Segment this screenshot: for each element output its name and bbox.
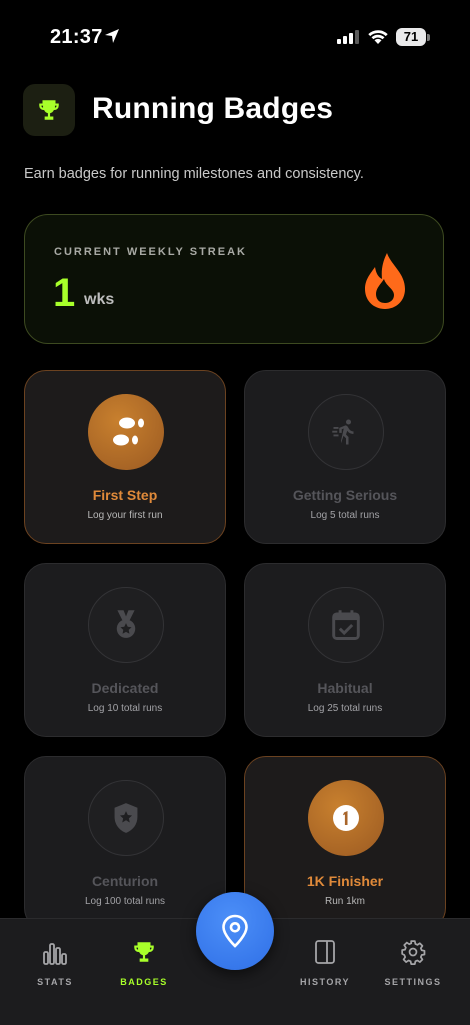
- tab-settings[interactable]: SETTINGS: [373, 937, 453, 987]
- flame-icon: [365, 253, 405, 309]
- badge-card-habitual[interactable]: Habitual Log 25 total runs: [244, 563, 446, 737]
- badge-icon-circle: [308, 587, 384, 663]
- number-one-icon: [333, 805, 359, 831]
- battery-indicator: 71: [396, 28, 426, 46]
- streak-label: CURRENT WEEKLY STREAK: [54, 246, 247, 258]
- record-run-button[interactable]: [196, 892, 274, 970]
- medal-icon: [116, 610, 136, 638]
- badge-description: Log 25 total runs: [307, 703, 383, 714]
- badge-icon-circle: [88, 587, 164, 663]
- badge-description: Log 5 total runs: [310, 510, 380, 521]
- tab-badges[interactable]: BADGES: [104, 937, 184, 987]
- footprints-icon: [113, 417, 144, 446]
- runner-icon: [332, 419, 354, 445]
- badge-card-centurion[interactable]: Centurion Log 100 total runs: [24, 756, 226, 930]
- badge-name: Getting Serious: [292, 487, 398, 503]
- badge-name: Dedicated: [91, 680, 159, 696]
- wifi-icon: [368, 30, 388, 44]
- badge-description: Log 10 total runs: [87, 703, 163, 714]
- badge-description: Log your first run: [87, 510, 163, 521]
- signal-icon: [337, 30, 359, 44]
- badge-icon-circle: [308, 394, 384, 470]
- badge-description: Log 100 total runs: [84, 896, 166, 907]
- streak-value: 1: [53, 271, 76, 315]
- badge-name: Habitual: [317, 680, 373, 696]
- badge-icon-circle: [88, 394, 164, 470]
- streak-unit: wks: [84, 291, 115, 308]
- badge-name: First Step: [92, 487, 158, 503]
- bar-chart-icon: [43, 943, 67, 965]
- badge-description: Run 1km: [324, 896, 365, 907]
- tab-stats[interactable]: STATS: [15, 937, 95, 987]
- weekly-streak-card: CURRENT WEEKLY STREAK 1 wks: [24, 214, 444, 344]
- page-title: Running Badges: [92, 92, 334, 125]
- badge-card-1k-finisher[interactable]: 1K Finisher Run 1km: [244, 756, 446, 930]
- page-subtitle: Earn badges for running milestones and c…: [24, 166, 364, 182]
- tab-label: STATS: [37, 977, 73, 987]
- badge-name: Centurion: [91, 873, 159, 889]
- calendar-check-icon: [332, 610, 360, 641]
- tab-label: BADGES: [120, 977, 168, 987]
- badge-name: 1K Finisher: [306, 873, 384, 889]
- trophy-icon: [134, 942, 154, 962]
- badge-card-dedicated[interactable]: Dedicated Log 10 total runs: [24, 563, 226, 737]
- book-icon: [315, 940, 335, 964]
- badge-card-getting-serious[interactable]: Getting Serious Log 5 total runs: [244, 370, 446, 544]
- tab-label: SETTINGS: [384, 977, 442, 987]
- app-logo: [23, 84, 75, 136]
- tab-history[interactable]: HISTORY: [285, 937, 365, 987]
- trophy-icon: [39, 100, 59, 120]
- badge-icon-circle: [308, 780, 384, 856]
- gear-icon: [401, 940, 426, 965]
- location-pin-icon: [222, 914, 248, 948]
- badge-icon-circle: [88, 780, 164, 856]
- badge-card-first-step[interactable]: First Step Log your first run: [24, 370, 226, 544]
- status-time: 21:37: [50, 26, 103, 48]
- tab-label: HISTORY: [299, 977, 350, 987]
- battery-tip: [427, 34, 430, 41]
- location-arrow-icon: [105, 29, 119, 43]
- status-bar: 21:37 71: [0, 0, 470, 72]
- shield-star-icon: [114, 803, 138, 833]
